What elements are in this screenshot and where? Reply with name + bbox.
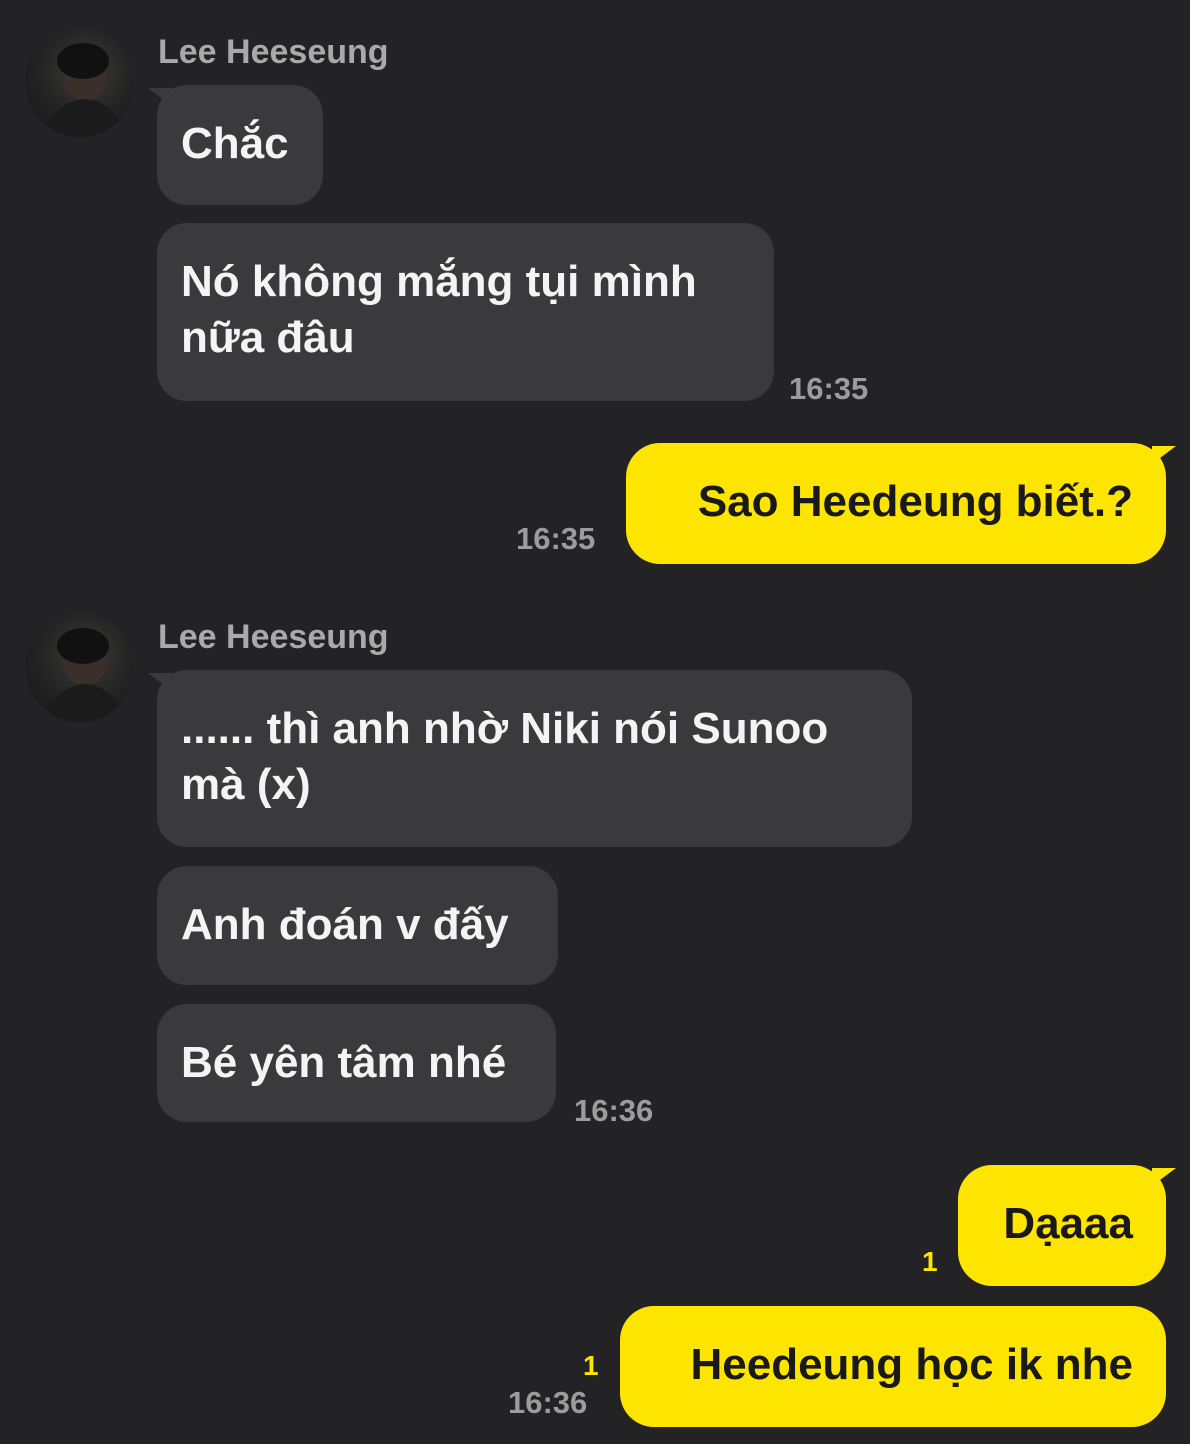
chat-conversation: Lee Heeseung Chắc Nó không mắng tụi mình…	[0, 0, 1190, 1444]
sender-avatar[interactable]	[25, 27, 135, 137]
message-bubble-incoming[interactable]: Bé yên tâm nhé	[157, 1004, 556, 1122]
message-bubble-outgoing[interactable]: Heedeung học ik nhe	[620, 1306, 1166, 1427]
sender-name: Lee Heeseung	[158, 618, 389, 656]
message-bubble-outgoing[interactable]: Dạaaa	[958, 1165, 1166, 1286]
message-bubble-incoming[interactable]: Chắc	[157, 85, 323, 205]
sender-name: Lee Heeseung	[158, 33, 389, 71]
message-bubble-incoming[interactable]: ...... thì anh nhờ Niki nói Sunoo mà (x)	[157, 670, 912, 847]
message-timestamp: 16:36	[508, 1385, 588, 1420]
message-bubble-outgoing[interactable]: Sao Heedeung biết.?	[626, 443, 1166, 564]
unread-count: 1	[922, 1246, 938, 1277]
message-timestamp: 16:36	[574, 1093, 654, 1128]
message-timestamp: 16:35	[789, 371, 869, 406]
message-timestamp: 16:35	[516, 521, 596, 556]
unread-count: 1	[583, 1350, 599, 1381]
message-bubble-incoming[interactable]: Anh đoán v đấy	[157, 866, 558, 985]
message-bubble-incoming[interactable]: Nó không mắng tụi mình nữa đâu	[157, 223, 774, 401]
sender-avatar[interactable]	[25, 612, 135, 722]
